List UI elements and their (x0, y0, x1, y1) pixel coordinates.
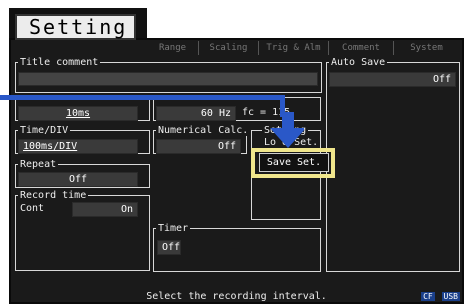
numerical-calc-field[interactable]: Off (156, 139, 241, 154)
status-icons: CF USB (421, 292, 460, 301)
numerical-calc-label: Numerical Calc. (156, 125, 251, 136)
sampling-field[interactable]: 10ms (18, 106, 138, 121)
usb-icon: USB (441, 292, 460, 301)
pointer-line (0, 95, 285, 100)
tab-system[interactable]: System (394, 41, 459, 55)
tab-comment[interactable]: Comment (329, 41, 394, 55)
page-title: Setting (15, 14, 136, 40)
auto-save-field[interactable]: Off (329, 72, 456, 87)
timer-field[interactable]: Off (157, 240, 181, 255)
tab-trig-alm[interactable]: Trig & Alm (259, 41, 329, 55)
cf-card-icon: CF (421, 292, 435, 301)
status-message: Select the recording interval. (146, 291, 327, 302)
title-comment-field[interactable] (18, 72, 318, 86)
record-time-field[interactable]: On (72, 202, 138, 217)
repeat-label: Repeat (18, 159, 59, 170)
record-time-label: Record time (18, 190, 89, 201)
save-settings-button[interactable]: Save Set. (259, 153, 329, 172)
timer-label: Timer (156, 223, 191, 234)
tab-range[interactable]: Range (147, 41, 199, 55)
pointer-arrow-icon (270, 112, 304, 148)
time-div-label: Time/DIV (18, 125, 71, 136)
auto-save-label: Auto Save (329, 57, 388, 68)
title-comment-label: Title comment (18, 57, 101, 68)
auto-save-group (326, 62, 460, 272)
record-time-mode: Cont (18, 203, 47, 214)
filter-frequency-field[interactable]: 60 Hz (156, 106, 236, 121)
tab-scaling[interactable]: Scaling (199, 41, 259, 55)
repeat-field[interactable]: Off (18, 172, 138, 187)
time-div-field[interactable]: 100ms/DIV (18, 139, 138, 154)
